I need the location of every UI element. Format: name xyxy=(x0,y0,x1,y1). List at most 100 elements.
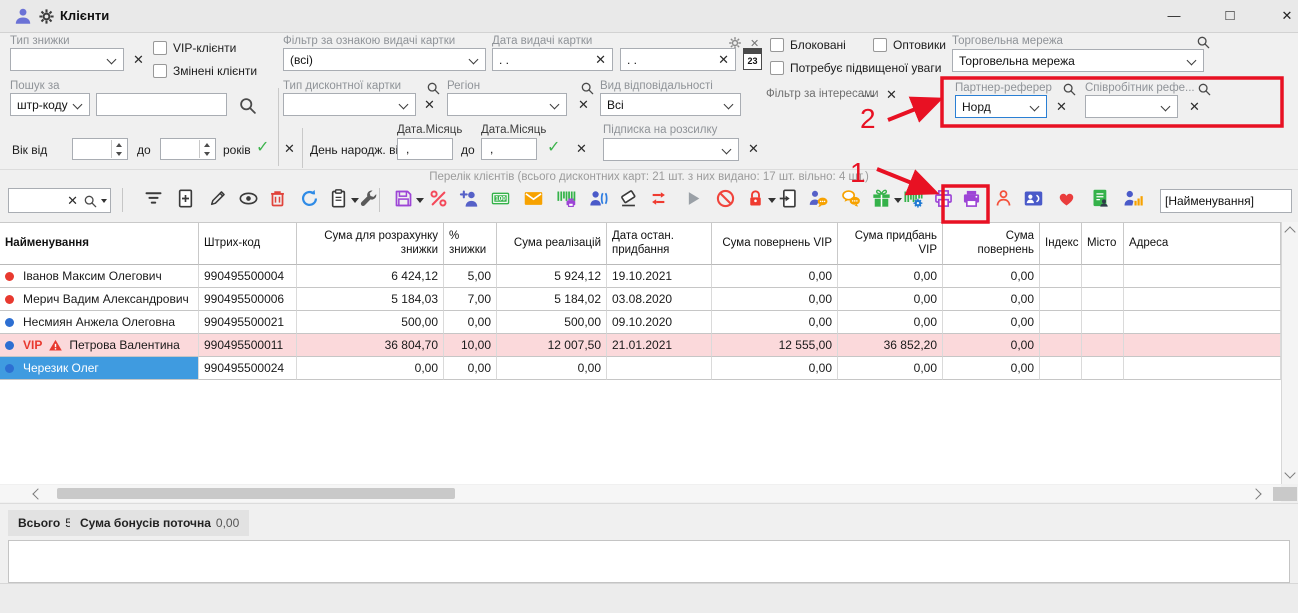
toolbar-contact-card-button[interactable] xyxy=(1020,187,1046,213)
discount-card-type-select[interactable] xyxy=(283,93,416,116)
column-header[interactable]: Індекс xyxy=(1040,223,1082,265)
name-filter-input[interactable] xyxy=(1160,189,1292,213)
trade-network-search-icon[interactable] xyxy=(1196,35,1211,50)
responsibility-select[interactable]: Всі xyxy=(600,93,741,116)
toolbar-printer-copy-button[interactable] xyxy=(930,187,956,213)
age-apply-check-icon[interactable]: ✓ xyxy=(256,140,269,156)
region-clear-icon[interactable]: ✕ xyxy=(578,98,589,112)
toolbar-person-braces-button[interactable] xyxy=(585,187,611,213)
toolbar-barcode-settings-button[interactable] xyxy=(900,187,926,213)
spinner-down-icon[interactable] xyxy=(200,149,214,158)
toolbar-heart-button[interactable] xyxy=(1053,187,1079,213)
table-row[interactable]: VIPПетрова Валентина99049550001136 804,7… xyxy=(0,334,1281,357)
toolbar-search-icon[interactable] xyxy=(83,194,98,209)
column-header[interactable]: Сума для розрахунку знижки xyxy=(297,223,444,265)
employee-referrer-clear-icon[interactable]: ✕ xyxy=(1189,100,1200,114)
column-header[interactable]: Сума повернень VIP xyxy=(712,223,838,265)
region-select[interactable] xyxy=(447,93,567,116)
chevron-down-icon[interactable] xyxy=(416,198,424,203)
interests-clear-icon[interactable]: ✕ xyxy=(886,88,897,102)
toolbar-refresh-button[interactable] xyxy=(296,187,322,213)
spinner-down-icon[interactable] xyxy=(112,149,126,158)
issue-date-to-clear-icon[interactable]: ✕ xyxy=(718,53,729,67)
toolbar-repeat-button[interactable] xyxy=(645,187,671,213)
toolbar-eraser-button[interactable] xyxy=(615,187,641,213)
client-name-cell[interactable]: Несмиян Анжела Олеговна xyxy=(0,311,199,334)
spinner-up-icon[interactable] xyxy=(200,140,214,149)
horizontal-scrollbar[interactable] xyxy=(0,485,1281,502)
column-header[interactable]: Дата остан. придбання xyxy=(607,223,712,265)
client-name-cell[interactable]: Мерич Вадим Александрович xyxy=(0,288,199,311)
toolbar-play-button[interactable] xyxy=(680,187,706,213)
toolbar-document-person-button[interactable] xyxy=(1087,187,1113,213)
vip-clients-checkbox[interactable] xyxy=(153,41,167,55)
vertical-scrollbar[interactable] xyxy=(1281,222,1298,484)
client-name-cell[interactable]: VIPПетрова Валентина xyxy=(0,334,199,357)
search-input[interactable] xyxy=(96,93,227,116)
toolbar-card-100-button[interactable]: 100 xyxy=(487,187,513,213)
toolbar-gift-button[interactable] xyxy=(868,187,894,213)
discount-type-select[interactable] xyxy=(10,48,124,71)
discount-card-search-icon[interactable] xyxy=(426,81,441,96)
toolbar-clipboard-button[interactable] xyxy=(325,187,351,213)
column-header[interactable]: Сума повернень xyxy=(943,223,1040,265)
age-clear-icon[interactable]: ✕ xyxy=(284,142,295,156)
toolbar-view-button[interactable] xyxy=(235,187,261,213)
region-search-icon[interactable] xyxy=(580,81,595,96)
discount-card-clear-icon[interactable]: ✕ xyxy=(424,98,435,112)
birthday-clear-icon[interactable]: ✕ xyxy=(576,142,587,156)
toolbar-percent-button[interactable] xyxy=(425,187,451,213)
toolbar-lock-button[interactable] xyxy=(742,187,768,213)
scroll-down-icon[interactable] xyxy=(1284,467,1295,478)
birthday-from-input[interactable]: , xyxy=(397,138,453,160)
client-name-cell[interactable]: Іванов Максим Олегович xyxy=(0,265,199,288)
issue-date-from-clear-icon[interactable]: ✕ xyxy=(595,53,606,67)
scroll-right-icon[interactable] xyxy=(1250,488,1261,499)
partner-referrer-search-icon[interactable] xyxy=(1062,82,1077,97)
column-header[interactable]: % знижки xyxy=(444,223,497,265)
toolbar-person-outline-button[interactable] xyxy=(990,187,1016,213)
calendar-icon[interactable]: 23 xyxy=(743,48,762,70)
column-header[interactable]: Найменування xyxy=(0,223,199,265)
birthday-apply-check-icon[interactable]: ✓ xyxy=(547,140,560,156)
toolbar-add-document-button[interactable] xyxy=(172,187,198,213)
birthday-to-input[interactable]: , xyxy=(481,138,537,160)
table-row[interactable]: Несмиян Анжела Олеговна990495500021500,0… xyxy=(0,311,1281,334)
scrollbar-thumb[interactable] xyxy=(57,488,455,499)
minimize-button[interactable]: — xyxy=(1157,4,1191,28)
toolbar-person-chat-button[interactable] xyxy=(805,187,831,213)
toolbar-block-button[interactable] xyxy=(712,187,738,213)
toolbar-export-document-button[interactable] xyxy=(775,187,801,213)
employee-referrer-search-icon[interactable] xyxy=(1197,82,1212,97)
search-icon[interactable] xyxy=(238,96,258,116)
toolbar-save-button[interactable] xyxy=(390,187,416,213)
wholesalers-checkbox[interactable] xyxy=(873,38,887,52)
interests-more-button[interactable]: ... xyxy=(862,86,875,100)
toolbar-search-input[interactable]: ✕ xyxy=(8,188,111,213)
toolbar-filter-button[interactable] xyxy=(140,187,166,213)
scroll-left-icon[interactable] xyxy=(32,488,43,499)
employee-referrer-select[interactable] xyxy=(1085,95,1178,118)
column-header[interactable]: Штрих-код xyxy=(199,223,297,265)
toolbar-wrench-button[interactable] xyxy=(355,187,381,213)
close-button[interactable]: ✕ xyxy=(1270,4,1298,28)
maximize-button[interactable]: □ xyxy=(1213,4,1247,28)
discount-type-clear-icon[interactable]: ✕ xyxy=(133,53,144,67)
spinner-up-icon[interactable] xyxy=(112,140,126,149)
card-issue-filter-select[interactable]: (всі) xyxy=(283,48,486,71)
column-header[interactable]: Місто xyxy=(1082,223,1124,265)
toolbar-barcode-print-button[interactable] xyxy=(553,187,579,213)
table-row[interactable]: Черезик Олег9904955000240,000,000,000,00… xyxy=(0,357,1281,380)
partner-referrer-select[interactable]: Норд xyxy=(955,95,1047,118)
toolbar-chat-bubbles-button[interactable] xyxy=(838,187,864,213)
scroll-up-icon[interactable] xyxy=(1284,226,1295,237)
toolbar-add-person-button[interactable] xyxy=(455,187,481,213)
client-name-cell[interactable]: Черезик Олег xyxy=(0,357,199,380)
toolbar-envelope-button[interactable] xyxy=(520,187,546,213)
partner-referrer-clear-icon[interactable]: ✕ xyxy=(1056,100,1067,114)
age-from-stepper[interactable] xyxy=(72,138,128,160)
toolbar-delete-button[interactable] xyxy=(264,187,290,213)
issue-date-to-input[interactable]: . . ✕ xyxy=(620,48,736,71)
column-header[interactable]: Сума реалізацій xyxy=(497,223,607,265)
toolbar-printer-button[interactable] xyxy=(958,187,984,213)
